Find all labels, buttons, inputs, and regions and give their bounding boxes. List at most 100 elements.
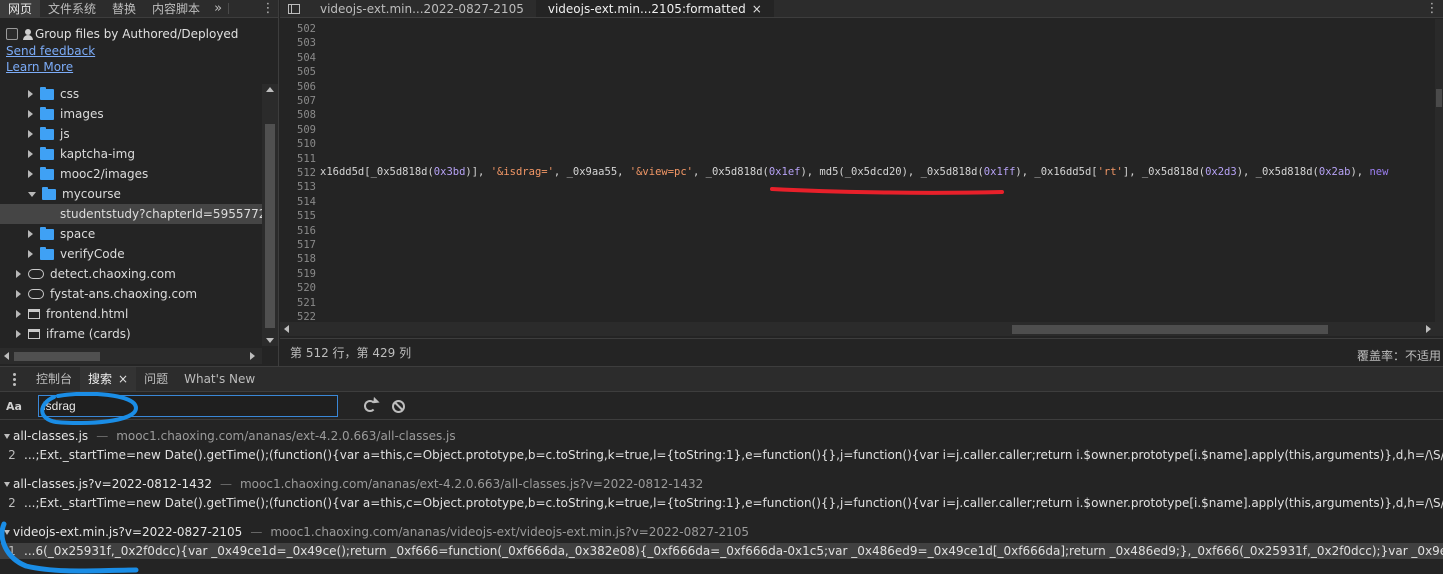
scrollbar-thumb[interactable] [265,124,275,328]
result-header[interactable]: all-classes.js?v=2022-0812-1432 — mooc1.… [4,477,703,491]
tree-item[interactable]: fystat-ans.chaoxing.com [16,284,197,304]
tree-item[interactable]: iframe (cards) [16,324,131,344]
learn-more-link[interactable]: Learn More [6,60,73,74]
line-number[interactable]: 516 [280,224,316,238]
tree-item[interactable]: mooc2/images [28,164,148,184]
line-number[interactable]: 521 [280,296,316,310]
line-number[interactable]: 503 [280,36,316,50]
tree-item[interactable]: images [28,104,104,124]
result-match-line[interactable]: 2 ...;Ext._startTime=new Date().getTime(… [0,495,1443,511]
result-separator: — [219,477,232,491]
tab-content-scripts[interactable]: 内容脚本 [144,0,208,17]
line-number[interactable]: 519 [280,267,316,281]
line-number[interactable]: 511 [280,152,316,166]
tab-filesystem[interactable]: 文件系统 [40,0,104,17]
toggle-navigator-button[interactable] [280,0,308,17]
send-feedback-link[interactable]: Send feedback [6,44,95,58]
group-files-option[interactable]: Group files by Authored/Deployed [6,27,238,41]
editor-horizontal-scrollbar[interactable] [280,322,1443,336]
clear-icon[interactable] [392,400,405,413]
line-number[interactable]: 513 [280,180,316,194]
scroll-left-icon[interactable] [284,325,289,333]
tab-overrides[interactable]: 替换 [104,0,144,17]
editor-vertical-scrollbar[interactable] [1435,19,1443,323]
line-number[interactable]: 502 [280,22,316,36]
expand-arrow-icon[interactable] [16,310,21,318]
line-number[interactable]: 518 [280,252,316,266]
line-number[interactable]: 510 [280,137,316,151]
close-search-tab-icon[interactable]: × [118,366,128,392]
scrollbar-thumb[interactable] [1012,325,1328,334]
tab-issues[interactable]: 问题 [136,367,176,391]
scroll-up-icon[interactable] [266,87,274,92]
expand-arrow-icon[interactable] [28,130,33,138]
line-number[interactable]: 520 [280,281,316,295]
expand-arrow-icon[interactable] [28,250,33,258]
navigator-vertical-scrollbar[interactable] [262,84,278,346]
expand-arrow-icon[interactable] [16,290,21,298]
result-header[interactable]: all-classes.js — mooc1.chaoxing.com/anan… [4,429,456,443]
editor-tab-source[interactable]: videojs-ext.min...2022-0827-2105 [308,0,536,17]
folder-icon [40,106,54,120]
tree-item[interactable]: js [28,124,70,144]
cloud-icon [28,289,44,299]
line-number[interactable]: 514 [280,195,316,209]
tree-item[interactable]: verifyCode [28,244,125,264]
expand-arrow-icon[interactable] [28,170,33,178]
editor-status-bar: 第 512 行，第 429 列 覆盖率：不适用 [280,338,1443,366]
scroll-right-icon[interactable] [250,352,255,360]
navigator-horizontal-scrollbar[interactable] [0,348,262,364]
line-number[interactable]: 512 [280,166,316,180]
line-number[interactable]: 509 [280,123,316,137]
collapse-arrow-icon[interactable] [4,433,10,439]
refresh-icon[interactable] [364,400,376,412]
tree-item[interactable]: mycourse [28,184,121,204]
tab-search[interactable]: 搜索 × [80,366,137,392]
line-number[interactable]: 506 [280,80,316,94]
scroll-right-icon[interactable] [1426,325,1431,333]
code-token: ), [1350,166,1370,178]
collapse-arrow-icon[interactable] [4,481,10,487]
scroll-down-icon[interactable] [266,338,274,343]
line-number[interactable]: 505 [280,65,316,79]
result-match-line[interactable]: 2 ...;Ext._startTime=new Date().getTime(… [0,447,1443,463]
expand-arrow-icon[interactable] [28,90,33,98]
tree-item[interactable]: frontend.html [16,304,128,324]
tree-item[interactable]: kaptcha-img [28,144,135,164]
tree-item[interactable]: space [28,224,95,244]
line-number[interactable]: 507 [280,94,316,108]
more-tabs-icon[interactable]: » [208,0,228,17]
line-number[interactable]: 517 [280,238,316,252]
tree-item-label: mooc2/images [60,167,149,181]
tab-console[interactable]: 控制台 [28,367,80,391]
tree-item-selected[interactable]: studentstudy?chapterId=595577204 [0,204,262,224]
collapse-arrow-icon[interactable] [28,191,36,197]
group-files-checkbox[interactable] [6,28,18,40]
close-tab-icon[interactable]: × [752,0,762,18]
line-number[interactable]: 515 [280,209,316,223]
expand-arrow-icon[interactable] [16,330,21,338]
line-number[interactable]: 504 [280,51,316,65]
scroll-left-icon[interactable] [4,352,9,360]
editor-tab-label: videojs-ext.min...2105:formatted [547,1,746,16]
match-case-toggle[interactable]: Aa [0,400,28,413]
tree-item[interactable]: css [28,84,79,104]
code-line-512[interactable]: x16dd5d[_0x5d818d(0x3bd)], '&isdrag=', _… [320,165,1435,179]
editor-tab-formatted[interactable]: videojs-ext.min...2105:formatted × [535,0,774,18]
result-match-line-selected[interactable]: 1 ...6(_0x25931f,_0x2f0dcc){var _0x49ce1… [0,543,1443,559]
scrollbar-thumb[interactable] [14,352,100,361]
scrollbar-thumb[interactable] [1436,89,1442,107]
line-number[interactable]: 508 [280,108,316,122]
tab-whats-new[interactable]: What's New [176,367,263,391]
drawer-menu-icon[interactable] [0,367,28,391]
coverage-status[interactable]: 覆盖率：不适用 [1357,347,1441,364]
expand-arrow-icon[interactable] [28,150,33,158]
expand-arrow-icon[interactable] [28,230,33,238]
tree-item[interactable]: detect.chaoxing.com [16,264,176,284]
expand-arrow-icon[interactable] [16,270,21,278]
tab-page[interactable]: 网页 [0,0,41,17]
navigator-menu-icon[interactable]: ⋮ [258,0,278,17]
expand-arrow-icon[interactable] [28,110,33,118]
tree-item-label: detect.chaoxing.com [50,267,176,281]
editor-menu-icon[interactable]: ⋮ [1421,0,1443,17]
